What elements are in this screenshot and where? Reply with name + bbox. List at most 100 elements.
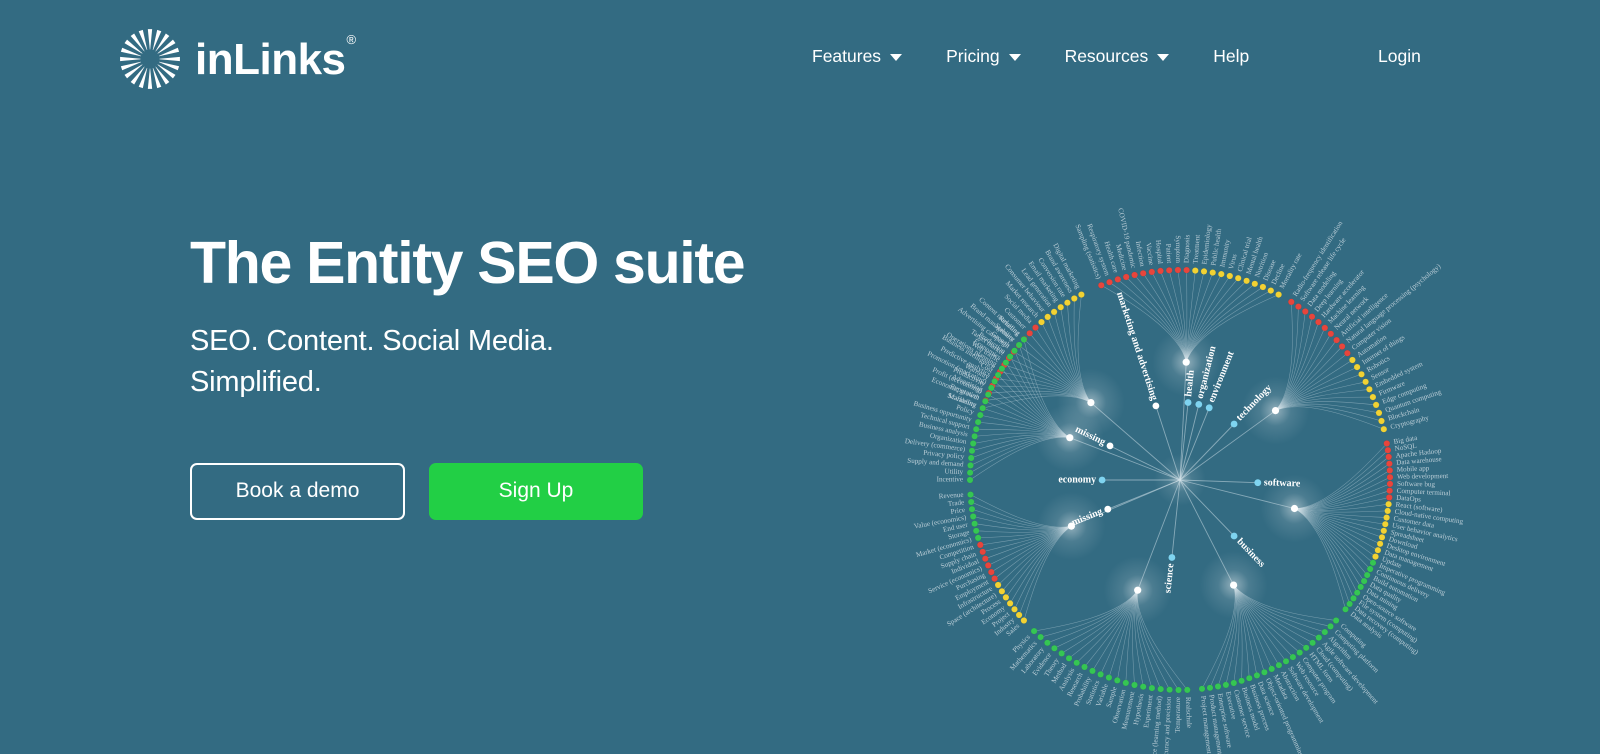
nav-item-help[interactable]: Help [1213,40,1249,73]
svg-text:Temperature: Temperature [1174,697,1182,733]
svg-text:Trade: Trade [948,498,965,508]
svg-text:Immunity: Immunity [1218,238,1231,267]
svg-text:Sales: Sales [1005,622,1022,638]
hero-section: The Entity SEO suite SEO. Content. Socia… [190,232,850,520]
nav-label-help: Help [1213,46,1250,66]
svg-text:DataOps: DataOps [1396,494,1422,504]
svg-text:Public health: Public health [1209,228,1223,266]
svg-text:Utility: Utility [944,467,963,476]
sunburst-icon [120,29,180,89]
svg-text:Economic growth: Economic growth [930,376,980,403]
svg-text:Scalability: Scalability [946,391,978,409]
main-nav: Features Pricing Resources Help [812,40,1293,73]
svg-text:Robotics: Robotics [1365,354,1391,374]
svg-text:Revenue: Revenue [938,491,963,501]
svg-text:Business analysis: Business analysis [918,420,969,438]
svg-text:Business model: Business model [1240,686,1261,731]
svg-text:Supply chain: Supply chain [940,550,978,570]
svg-text:Hospital: Hospital [1154,240,1164,265]
svg-text:Software development: Software development [1286,665,1325,724]
svg-text:Storage: Storage [947,528,970,541]
svg-text:Automation: Automation [1356,333,1389,359]
svg-text:Internet of things: Internet of things [1361,333,1407,366]
svg-text:Customer: Customer [1002,306,1028,331]
svg-text:Medicine: Medicine [1114,243,1129,271]
svg-text:business: business [1234,536,1267,569]
svg-text:Enterprise software: Enterprise software [1216,693,1234,749]
svg-text:Hypothesis: Hypothesis [1132,693,1146,726]
svg-text:Data analysis: Data analysis [1349,610,1384,640]
svg-text:Data modeling: Data modeling [1306,269,1338,308]
svg-text:Supply and demand: Supply and demand [907,457,964,469]
svg-text:Firmware: Firmware [1378,379,1407,397]
svg-text:Data management: Data management [1383,548,1434,573]
svg-text:Computing platform: Computing platform [1333,628,1381,675]
svg-text:Algorithm: Algorithm [1327,634,1354,661]
svg-text:Data quality: Data quality [1368,581,1403,605]
svg-text:Natural language processing (p: Natural language processing (psychology) [1345,262,1443,345]
svg-text:Cryptography: Cryptography [1390,414,1431,431]
nav-item-resources[interactable]: Resources [1065,40,1170,73]
svg-text:Web development: Web development [1397,472,1448,481]
svg-text:Operations planning: Operations planning [945,331,999,369]
book-a-demo-button[interactable]: Book a demo [190,462,405,520]
svg-text:Treatment: Treatment [1192,234,1202,263]
svg-text:Stability: Stability [993,322,1017,344]
svg-text:Infection: Infection [1134,240,1146,267]
svg-text:User behavior analytics: User behavior analytics [1391,521,1458,543]
cta-row: Book a demo Sign Up [190,462,850,520]
svg-text:Mobile app: Mobile app [1397,464,1430,473]
svg-text:Artificial intelligence: Artificial intelligence [1339,292,1390,339]
login-link[interactable]: Login [1378,40,1421,73]
svg-text:Respiratory system: Respiratory system [1085,223,1111,278]
nav-item-pricing[interactable]: Pricing [946,40,1021,73]
svg-text:Update: Update [1381,555,1403,570]
svg-text:Accuracy and precision: Accuracy and precision [1162,696,1173,754]
svg-text:Object-oriented programming: Object-oriented programming [1264,677,1306,754]
svg-text:Computer terminal: Computer terminal [1397,487,1451,498]
svg-text:Productivity: Productivity [952,366,987,389]
svg-text:Hardware accelerator: Hardware accelerator [1320,268,1367,319]
svg-text:Method: Method [1050,662,1069,685]
svg-text:Practice (learning method): Practice (learning method) [1149,695,1164,754]
svg-text:Content marketing: Content marketing [977,296,1022,338]
svg-text:Research: Research [1066,671,1085,698]
svg-text:organization: organization [1195,345,1219,400]
svg-text:Decline: Decline [1270,263,1287,286]
logo-wordmark-text: inLinks [195,35,346,84]
svg-text:economy: economy [1058,474,1096,485]
svg-text:Consumer behaviour: Consumer behaviour [1003,263,1047,315]
svg-text:missing: missing [1070,506,1104,528]
nav-item-features[interactable]: Features [812,40,903,73]
svg-text:environment: environment [1206,349,1237,404]
svg-text:Computing: Computing [1339,622,1368,650]
svg-text:health: health [1183,369,1197,397]
svg-text:Sample: Sample [1105,686,1119,709]
svg-text:Mathematics: Mathematics [1008,639,1038,672]
logo[interactable]: inLinks® [119,28,356,90]
svg-text:Variable: Variable [1094,683,1110,708]
svg-text:Diagnosis: Diagnosis [1183,234,1192,263]
svg-text:Incentive: Incentive [937,476,963,484]
graph-leaf-labels: MarketingReputationAdvertisingPromotion … [904,207,1464,754]
svg-text:Lead generation: Lead generation [1020,267,1054,309]
svg-text:Statistics: Statistics [1084,679,1101,706]
svg-text:Data warehouse: Data warehouse [1396,455,1442,467]
svg-text:Clinical trial: Clinical trial [1236,236,1254,273]
svg-text:COVID-19 pandemic: COVID-19 pandemic [1116,207,1137,269]
svg-text:Individual: Individual [950,557,980,575]
svg-text:Disease: Disease [1262,259,1278,282]
svg-text:Industry: Industry [993,616,1017,638]
landing-page: inLinks® Features Pricing Resources Help… [0,0,1600,754]
svg-text:Customer service: Customer service [1232,689,1252,739]
svg-text:Product management: Product management [1207,694,1223,754]
svg-text:Deep learning: Deep learning [1313,277,1345,313]
site-header: inLinks® Features Pricing Resources Help… [0,0,1600,118]
hero-subtitle-line2: Simplified. [190,365,322,398]
svg-text:File system (computing): File system (computing) [1357,599,1419,645]
sign-up-button[interactable]: Sign Up [429,462,643,520]
svg-text:Market research: Market research [1004,280,1041,320]
svg-text:Advertising campaign: Advertising campaign [956,305,1011,350]
graph-nodes [966,266,1394,694]
svg-text:Software bug: Software bug [1397,480,1436,489]
